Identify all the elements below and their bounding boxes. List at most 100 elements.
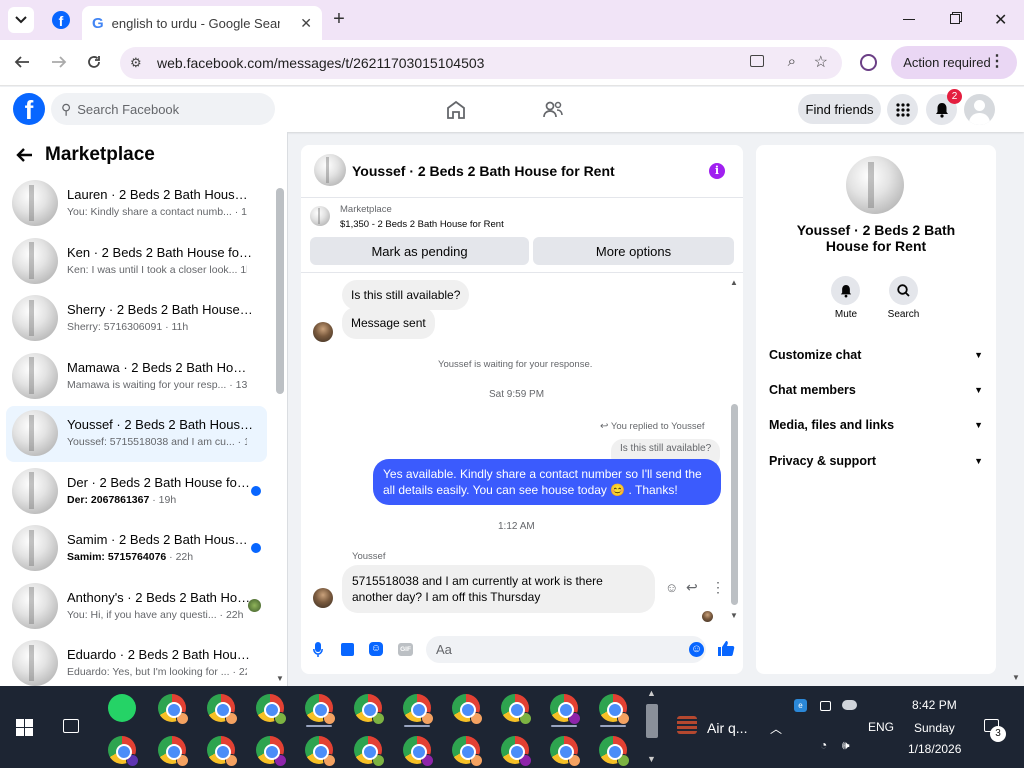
install-app-icon[interactable] <box>750 55 764 67</box>
search-facebook-input[interactable]: ⚲ Search Facebook <box>51 93 275 125</box>
conversation-item[interactable]: Lauren · 2 Beds 2 Bath House for Rent You… <box>6 176 267 232</box>
chrome-icon[interactable] <box>550 736 581 767</box>
emoji-picker-icon[interactable]: ☺ <box>689 642 704 657</box>
chrome-icon[interactable] <box>501 736 532 767</box>
camera-tray-icon[interactable] <box>820 701 831 711</box>
chrome-icon[interactable] <box>207 736 238 767</box>
find-friends-button[interactable]: Find friends <box>798 94 881 124</box>
forward-arrow-icon[interactable] <box>51 54 67 70</box>
task-view-icon[interactable] <box>63 719 79 733</box>
chrome-icon[interactable] <box>207 694 238 725</box>
incoming-message-bubble[interactable]: 5715518038 and I am currently at work is… <box>342 565 655 613</box>
copilot-tray-icon[interactable]: e <box>794 699 807 712</box>
mark-as-pending-button[interactable]: Mark as pending <box>310 237 529 265</box>
back-arrow-icon[interactable] <box>15 147 33 163</box>
scroll-down-arrow-icon[interactable]: ▼ <box>730 611 738 620</box>
conversation-item[interactable]: Der · 2 Beds 2 Bath House for Rent Der: 2… <box>6 464 267 520</box>
message-more-icon[interactable]: ⋮ <box>711 579 725 596</box>
message-bubble-sent-notice[interactable]: Message sent <box>342 307 435 339</box>
listing-thumbnail[interactable] <box>314 154 346 186</box>
scroll-down-arrow-icon[interactable]: ▼ <box>276 674 284 683</box>
search-in-chat-icon[interactable] <box>889 276 918 305</box>
microphone-icon[interactable] <box>313 642 323 658</box>
url-field[interactable]: ⚙ web.facebook.com/messages/t/2621170301… <box>120 47 842 79</box>
clock-date[interactable]: 1/18/2026 <box>908 742 961 756</box>
conversation-item[interactable]: Sherry · 2 Beds 2 Bath House for Rent She… <box>6 291 267 347</box>
volume-icon[interactable]: 🕪 <box>842 738 850 753</box>
chrome-icon[interactable] <box>599 694 630 725</box>
mute-bell-icon[interactable] <box>831 276 860 305</box>
new-tab-button[interactable]: + <box>328 8 350 30</box>
privacy-support-section[interactable]: Privacy & support ▼ <box>769 454 983 468</box>
menu-grid-icon[interactable] <box>887 94 918 125</box>
chrome-icon[interactable] <box>246 728 294 768</box>
clock-day[interactable]: Sunday <box>914 721 955 735</box>
show-hidden-icons-chevron-icon[interactable]: ︿ <box>770 720 782 737</box>
page-scroll-down-arrow-icon[interactable]: ▼ <box>1012 673 1020 682</box>
close-window-icon[interactable]: ✕ <box>994 10 1007 30</box>
maximize-icon[interactable] <box>950 14 960 24</box>
youssef-avatar[interactable] <box>313 322 333 342</box>
reply-icon[interactable]: ↩ <box>686 579 698 596</box>
chrome-icon[interactable] <box>599 736 630 767</box>
gif-icon[interactable]: GIF <box>398 643 413 656</box>
close-tab-icon[interactable]: ✕ <box>300 15 312 32</box>
contact-thumbnail[interactable] <box>846 156 904 214</box>
outgoing-message-bubble[interactable]: Yes available. Kindly share a contact nu… <box>373 459 721 505</box>
weather-label[interactable]: Air q... <box>707 720 747 736</box>
conversation-item[interactable]: Samim · 2 Beds 2 Bath House for Rent Sami… <box>6 521 267 577</box>
friends-icon[interactable] <box>542 100 564 119</box>
action-required-button[interactable]: Action required ⋮ <box>891 46 1017 79</box>
site-info-icon[interactable]: ⚙ <box>130 55 148 71</box>
windows-start-icon[interactable] <box>16 719 33 736</box>
taskbar-scrollbar[interactable] <box>646 704 658 738</box>
more-options-button[interactable]: More options <box>533 237 734 265</box>
like-thumb-icon[interactable] <box>717 640 735 657</box>
chat-info-icon[interactable]: i <box>709 163 725 179</box>
photo-icon[interactable] <box>341 643 354 656</box>
sticker-icon[interactable]: ☺ <box>369 642 383 656</box>
message-composer-input[interactable]: Aa ☺ <box>426 636 706 663</box>
scroll-up-arrow-icon[interactable]: ▲ <box>730 278 738 287</box>
chrome-icon[interactable] <box>354 694 385 725</box>
listing-detail[interactable]: $1,350 - 2 Beds 2 Bath House for Rent <box>340 219 504 230</box>
chrome-icon[interactable] <box>550 694 581 725</box>
chrome-icon[interactable] <box>305 694 336 725</box>
chrome-icon[interactable] <box>158 694 189 725</box>
conversation-item[interactable]: Youssef · 2 Beds 2 Bath House for Rent Yo… <box>6 406 267 462</box>
conversation-item[interactable]: Anthony's · 2 Beds 2 Bath House for Rent… <box>6 579 267 635</box>
pinned-facebook-tab[interactable]: f <box>42 4 80 36</box>
tab-list-chevron-icon[interactable] <box>8 7 34 33</box>
reload-icon[interactable] <box>86 54 102 70</box>
clock-time[interactable]: 8:42 PM <box>912 698 957 712</box>
cloud-tray-icon[interactable] <box>842 700 857 710</box>
account-avatar[interactable] <box>964 94 995 125</box>
chrome-icon[interactable] <box>108 736 139 767</box>
message-bubble-question[interactable]: Is this still available? <box>342 280 470 310</box>
whatsapp-icon[interactable] <box>108 694 136 722</box>
chrome-icon[interactable] <box>403 694 434 725</box>
sidebar-scrollbar[interactable] <box>276 188 284 394</box>
chrome-icon[interactable] <box>158 736 189 767</box>
wifi-icon[interactable]: ◔ <box>820 738 827 752</box>
react-emoji-icon[interactable]: ☺ <box>665 580 678 595</box>
chrome-icon[interactable] <box>354 736 385 767</box>
chat-scrollbar[interactable] <box>731 404 738 605</box>
profile-icon[interactable] <box>860 54 877 71</box>
back-arrow-icon[interactable] <box>14 54 30 70</box>
zoom-icon[interactable]: ⌕ <box>788 53 796 70</box>
youssef-avatar[interactable] <box>313 588 333 608</box>
air-quality-icon[interactable] <box>677 716 697 734</box>
scroll-down-arrow-icon[interactable]: ▼ <box>647 754 656 764</box>
chat-title[interactable]: Youssef · 2 Beds 2 Bath House for Rent <box>352 163 615 179</box>
chat-members-section[interactable]: Chat members ▼ <box>769 383 983 397</box>
media-files-links-section[interactable]: Media, files and links ▼ <box>769 418 983 432</box>
chrome-icon[interactable] <box>452 694 483 725</box>
chrome-icon[interactable] <box>256 694 287 725</box>
minimize-icon[interactable] <box>903 19 915 20</box>
chrome-icon[interactable] <box>305 736 336 767</box>
scroll-up-arrow-icon[interactable]: ▲ <box>647 688 656 698</box>
language-indicator[interactable]: ENG <box>868 720 894 734</box>
conversation-item[interactable]: Ken · 2 Beds 2 Bath House for Rent Ken: I… <box>6 234 267 290</box>
conversation-item[interactable]: Mamawa · 2 Beds 2 Bath House for Rent Mam… <box>6 349 267 405</box>
